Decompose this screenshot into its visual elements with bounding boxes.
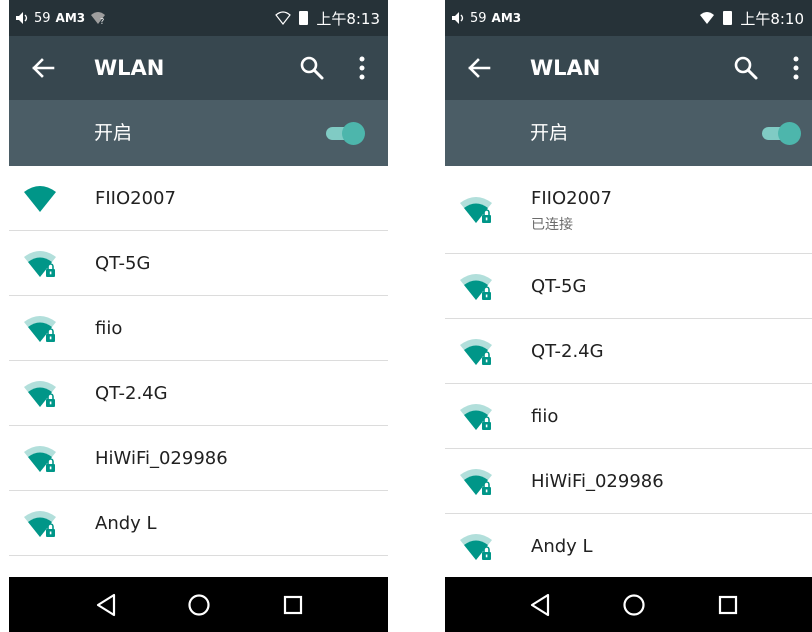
search-icon[interactable] (733, 55, 759, 81)
volume-level: 59 (34, 10, 51, 26)
wifi-network-item[interactable]: Andy L (445, 514, 812, 579)
carrier-label: AM3 (491, 11, 522, 25)
phone-screen-right: 59 AM3 上午8:10 WLAN 开启 FIIO2007 已连接 QT-5G (445, 0, 812, 632)
page-title: WLAN (530, 56, 601, 80)
wifi-network-name: fiio (531, 406, 559, 427)
wifi-network-name: QT-2.4G (531, 341, 604, 362)
wifi-locked-icon (23, 379, 57, 409)
app-bar: WLAN (445, 36, 812, 100)
wifi-status-icon: ? (91, 12, 106, 25)
wifi-locked-icon (459, 402, 493, 432)
back-arrow-icon[interactable] (29, 54, 57, 82)
wifi-network-name: HiWiFi_029986 (531, 471, 664, 492)
connection-status: 已连接 (531, 217, 573, 233)
wifi-network-item[interactable]: QT-5G (445, 254, 812, 319)
clock: 上午8:13 (316, 9, 380, 28)
wifi-network-item[interactable]: fiio (9, 296, 388, 361)
nav-home-icon[interactable] (186, 592, 212, 618)
wifi-network-name: HiWiFi_029986 (95, 448, 228, 469)
speaker-icon (15, 11, 29, 25)
nav-back-icon[interactable] (93, 592, 119, 618)
switch-thumb (342, 122, 365, 145)
wifi-status-symbol: ? (100, 17, 104, 25)
wifi-network-name: FIIO2007 (95, 188, 176, 209)
page-title: WLAN (94, 56, 165, 80)
wifi-network-item[interactable]: QT-5G (9, 231, 388, 296)
status-bar: 59 AM3 上午8:10 (445, 0, 812, 36)
switch-thumb (778, 122, 801, 145)
wifi-locked-icon (459, 532, 493, 562)
wifi-network-name: Andy L (95, 513, 157, 534)
wlan-toggle-label: 开启 (530, 122, 569, 144)
phone-screen-left: 59 AM3 ? 上午8:13 WLAN 开启 FIIO2007 QT-5G f… (9, 0, 388, 632)
wifi-signal-outline-icon (275, 11, 291, 25)
wlan-switch[interactable] (322, 122, 366, 145)
wifi-network-list: FIIO2007 已连接 QT-5G QT-2.4G fiio HiWiFi_0… (445, 166, 812, 579)
status-bar: 59 AM3 ? 上午8:13 (9, 0, 388, 36)
wifi-locked-icon (459, 467, 493, 497)
carrier-label: AM3 (55, 11, 86, 25)
wifi-network-item-connected[interactable]: FIIO2007 已连接 (445, 166, 812, 254)
wifi-network-name: QT-5G (531, 276, 587, 297)
wifi-locked-icon (459, 272, 493, 302)
more-options-icon[interactable] (785, 54, 807, 82)
nav-back-icon[interactable] (527, 592, 553, 618)
wifi-network-name: QT-5G (95, 253, 151, 274)
nav-recents-icon[interactable] (280, 592, 306, 618)
wifi-network-item[interactable]: FIIO2007 (9, 166, 388, 231)
wifi-locked-icon (459, 195, 493, 225)
wlan-toggle-row[interactable]: 开启 (9, 100, 388, 166)
wifi-network-item[interactable]: QT-2.4G (9, 361, 388, 426)
wifi-network-name: QT-2.4G (95, 383, 168, 404)
nav-recents-icon[interactable] (715, 592, 741, 618)
wifi-network-name: Andy L (531, 536, 593, 557)
speaker-icon (451, 11, 465, 25)
wlan-toggle-row[interactable]: 开启 (445, 100, 812, 166)
wifi-network-list: FIIO2007 QT-5G fiio QT-2.4G HiWiFi_02998… (9, 166, 388, 556)
wifi-locked-icon (23, 249, 57, 279)
battery-icon (723, 11, 733, 25)
wifi-network-item[interactable]: fiio (445, 384, 812, 449)
wifi-signal-filled-icon (699, 11, 715, 25)
wifi-network-item[interactable]: QT-2.4G (445, 319, 812, 384)
navigation-bar (9, 577, 388, 632)
wifi-network-item[interactable]: Andy L (9, 491, 388, 556)
volume-level: 59 (470, 10, 487, 26)
battery-icon (299, 11, 309, 25)
wifi-network-name: FIIO2007 (531, 188, 612, 209)
navigation-bar (445, 577, 812, 632)
wifi-locked-icon (459, 337, 493, 367)
clock: 上午8:10 (740, 9, 804, 28)
wlan-toggle-label: 开启 (94, 122, 133, 144)
search-icon[interactable] (299, 55, 325, 81)
back-arrow-icon[interactable] (465, 54, 493, 82)
wifi-locked-icon (23, 509, 57, 539)
wifi-locked-icon (23, 314, 57, 344)
wifi-locked-icon (23, 444, 57, 474)
wifi-network-item[interactable]: HiWiFi_029986 (9, 426, 388, 491)
more-options-icon[interactable] (351, 54, 373, 82)
wifi-network-name: fiio (95, 318, 123, 339)
nav-home-icon[interactable] (621, 592, 647, 618)
wlan-switch[interactable] (758, 122, 802, 145)
wifi-network-item[interactable]: HiWiFi_029986 (445, 449, 812, 514)
wifi-signal-full-icon (23, 184, 57, 214)
app-bar: WLAN (9, 36, 388, 100)
